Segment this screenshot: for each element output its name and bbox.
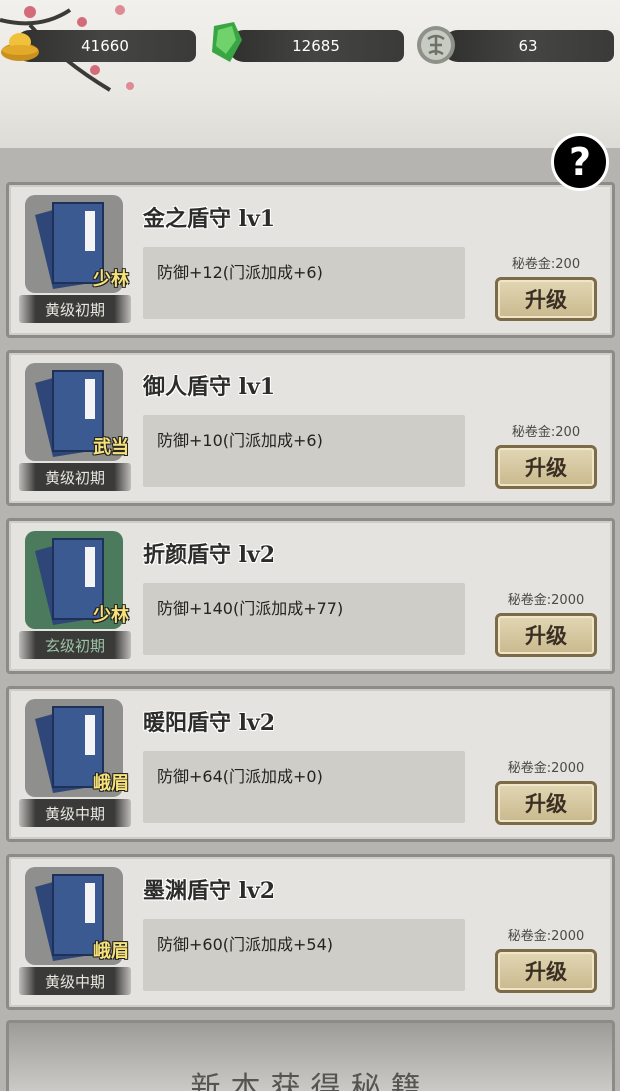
grade-badge: 玄级初期	[19, 631, 131, 659]
skill-name: 折颜盾守 lv2	[143, 542, 276, 568]
help-label: ?	[568, 140, 592, 184]
sect-label: 少林	[93, 605, 129, 626]
silver-coin-icon	[417, 26, 455, 64]
effect-text: 防御+64(门派加成+0)	[157, 767, 323, 786]
effect-panel: 防御+12(门派加成+6)	[143, 247, 465, 319]
effect-panel: 防御+10(门派加成+6)	[143, 415, 465, 487]
effect-text: 防御+12(门派加成+6)	[157, 263, 323, 282]
grade-badge: 黄级初期	[19, 463, 131, 491]
skill-book-icon: 武当	[25, 363, 129, 461]
header-background	[0, 0, 620, 150]
skill-name: 暖阳盾守 lv2	[143, 710, 276, 736]
effect-panel: 防御+140(门派加成+77)	[143, 583, 465, 655]
jade-value: 12685	[292, 37, 340, 55]
jade-gem-icon	[212, 22, 242, 62]
skill-name: 墨渊盾守 lv2	[143, 878, 276, 904]
sect-label: 武当	[93, 437, 129, 458]
gold-counter: 41660	[14, 30, 196, 62]
help-button[interactable]: ?	[551, 133, 609, 191]
upgrade-button[interactable]: 升级	[495, 277, 597, 321]
effect-panel: 防御+60(门派加成+54)	[143, 919, 465, 991]
upgrade-button[interactable]: 升级	[495, 949, 597, 993]
skill-card: 峨眉 黄级中期 暖阳盾守 lv2 防御+64(门派加成+0) 秘卷金:2000 …	[6, 686, 615, 842]
upgrade-button[interactable]: 升级	[495, 613, 597, 657]
upgrade-cost: 秘卷金:2000	[507, 929, 585, 944]
skill-card: 少林 黄级初期 金之盾守 lv1 防御+12(门派加成+6) 秘卷金:200 升…	[6, 182, 615, 338]
effect-text: 防御+140(门派加成+77)	[157, 599, 344, 618]
upgrade-button[interactable]: 升级	[495, 781, 597, 825]
skill-name: 御人盾守 lv1	[143, 374, 276, 400]
effect-text: 防御+10(门派加成+6)	[157, 431, 323, 450]
sect-label: 峨眉	[93, 941, 129, 962]
sect-label: 峨眉	[93, 773, 129, 794]
banner-text: 新本获得秘籍	[190, 1071, 431, 1091]
sect-label: 少林	[93, 269, 129, 290]
skill-book-icon: 峨眉	[25, 699, 129, 797]
skill-book-icon: 少林	[25, 195, 129, 293]
skill-card: 少林 玄级初期 折颜盾守 lv2 防御+140(门派加成+77) 秘卷金:200…	[6, 518, 615, 674]
effect-panel: 防御+64(门派加成+0)	[143, 751, 465, 823]
skill-card: 武当 黄级初期 御人盾守 lv1 防御+10(门派加成+6) 秘卷金:200 升…	[6, 350, 615, 506]
coin-value: 63	[518, 37, 538, 55]
upgrade-cost: 秘卷金:200	[511, 425, 581, 440]
effect-text: 防御+60(门派加成+54)	[157, 935, 334, 954]
upgrade-cost: 秘卷金:200	[511, 257, 581, 272]
grade-badge: 黄级中期	[19, 799, 131, 827]
skill-book-icon: 少林	[25, 531, 129, 629]
skill-book-icon: 峨眉	[25, 867, 129, 965]
coin-counter: 63	[442, 30, 614, 62]
skill-card: 峨眉 黄级中期 墨渊盾守 lv2 防御+60(门派加成+54) 秘卷金:2000…	[6, 854, 615, 1010]
gold-value: 41660	[81, 37, 129, 55]
upgrade-cost: 秘卷金:2000	[507, 761, 585, 776]
new-manual-banner[interactable]: 新本获得秘籍	[6, 1020, 615, 1091]
upgrade-cost: 秘卷金:2000	[507, 593, 585, 608]
grade-badge: 黄级初期	[19, 295, 131, 323]
jade-counter: 12685	[228, 30, 404, 62]
gold-ingot-icon	[1, 33, 39, 61]
skill-name: 金之盾守 lv1	[143, 206, 276, 232]
grade-badge: 黄级中期	[19, 967, 131, 995]
upgrade-button[interactable]: 升级	[495, 445, 597, 489]
